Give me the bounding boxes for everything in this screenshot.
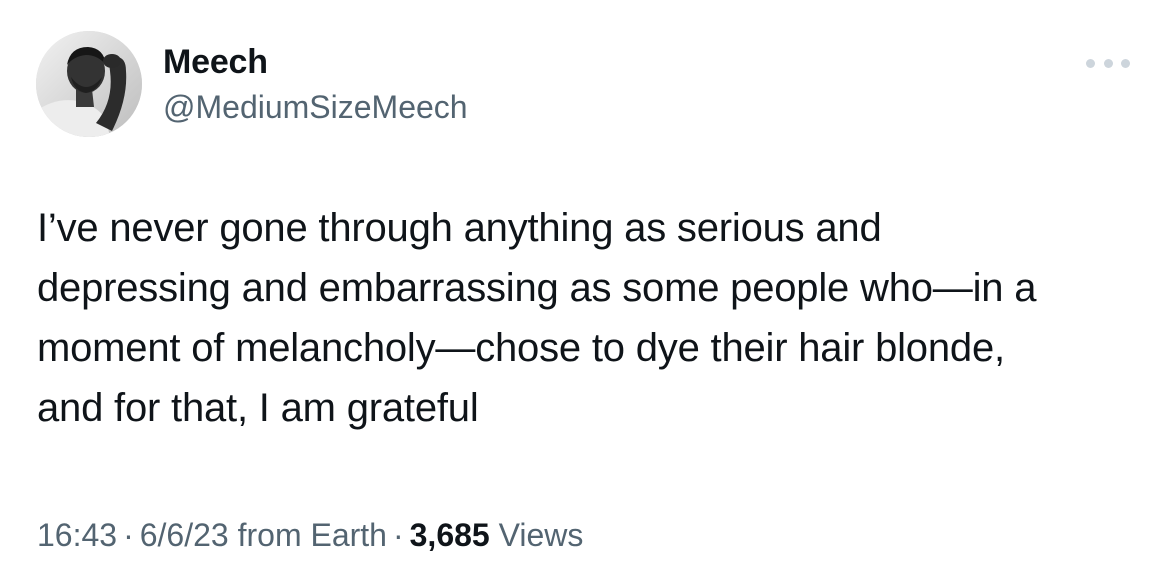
tweet-text-line: I’ve never gone through anything as seri…	[37, 206, 882, 250]
more-icon[interactable]	[1086, 52, 1130, 74]
views-count[interactable]: 3,685	[410, 517, 490, 553]
tweet-date[interactable]: 6/6/23	[140, 517, 229, 553]
tweet-text-line: depressing and embarrassing as some peop…	[37, 266, 1037, 310]
author-display-name[interactable]: Meech	[163, 40, 468, 84]
author-block: Meech @MediumSizeMeech	[163, 40, 468, 129]
meta-separator: ·	[123, 517, 134, 553]
tweet-card: Meech @MediumSizeMeech I’ve never gone t…	[0, 0, 1170, 567]
more-dot	[1121, 58, 1130, 68]
tweet-text-line: and for that, I am grateful	[37, 386, 479, 430]
meta-separator: ·	[392, 517, 404, 553]
author-handle[interactable]: @MediumSizeMeech	[163, 85, 468, 129]
tweet-meta: 16:43 · 6/6/23 from Earth · 3,685 Views	[37, 513, 583, 557]
more-dot	[1086, 58, 1095, 68]
tweet-source: from Earth	[237, 517, 387, 553]
avatar[interactable]	[36, 31, 142, 137]
tweet-text: I’ve never gone through anything as seri…	[37, 198, 1137, 438]
tweet-time[interactable]: 16:43	[37, 517, 117, 553]
tweet-text-line: moment of melancholy—chose to dye their …	[37, 326, 1005, 370]
avatar-photo	[36, 31, 142, 137]
views-label[interactable]: Views	[499, 517, 584, 553]
more-dot	[1103, 58, 1113, 68]
